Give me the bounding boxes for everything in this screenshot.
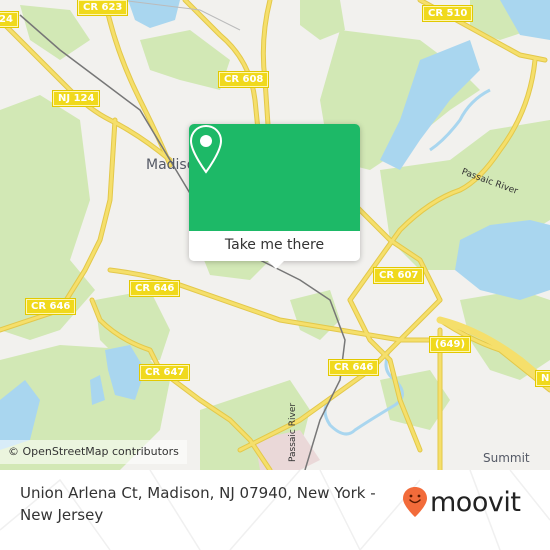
road-label-nj124: NJ 124 bbox=[51, 90, 101, 107]
take-me-there-button[interactable]: Take me there bbox=[189, 231, 360, 261]
moovit-wordmark: moovit bbox=[430, 486, 521, 518]
popup-pointer bbox=[268, 261, 284, 269]
place-label-summit: Summit bbox=[483, 451, 530, 465]
destination-popup: Take me there bbox=[189, 124, 360, 269]
moovit-logo[interactable]: moovit bbox=[402, 486, 521, 518]
location-pin-icon bbox=[189, 124, 223, 174]
river-label-passaic-south: Passaic River bbox=[288, 402, 298, 462]
map-attribution: © OpenStreetMap contributors bbox=[0, 440, 187, 464]
road-label-cr608: CR 608 bbox=[217, 71, 270, 88]
moovit-smiley-pin-icon bbox=[403, 487, 427, 517]
destination-address: Union Arlena Ct, Madison, NJ 07940, New … bbox=[20, 484, 376, 524]
road-label-cr623: CR 623 bbox=[76, 0, 129, 16]
road-label-cr646-west: CR 646 bbox=[24, 298, 77, 315]
road-label-cr646-east: CR 646 bbox=[327, 359, 380, 376]
road-label-cr646-center: CR 646 bbox=[128, 280, 181, 297]
road-label-n: N bbox=[534, 370, 550, 387]
footer: Union Arlena Ct, Madison, NJ 07940, New … bbox=[0, 470, 550, 550]
popup-header bbox=[189, 124, 360, 231]
road-label-649: (649) bbox=[428, 336, 472, 353]
road-label-cr510: CR 510 bbox=[421, 5, 474, 22]
map-view[interactable]: CR 623 CR 510 NJ 124 24 CR 608 CR 607 CR… bbox=[0, 0, 550, 470]
road-label-cr607: CR 607 bbox=[372, 267, 425, 284]
road-label-24: 24 bbox=[0, 11, 19, 28]
road-label-cr647: CR 647 bbox=[138, 364, 191, 381]
